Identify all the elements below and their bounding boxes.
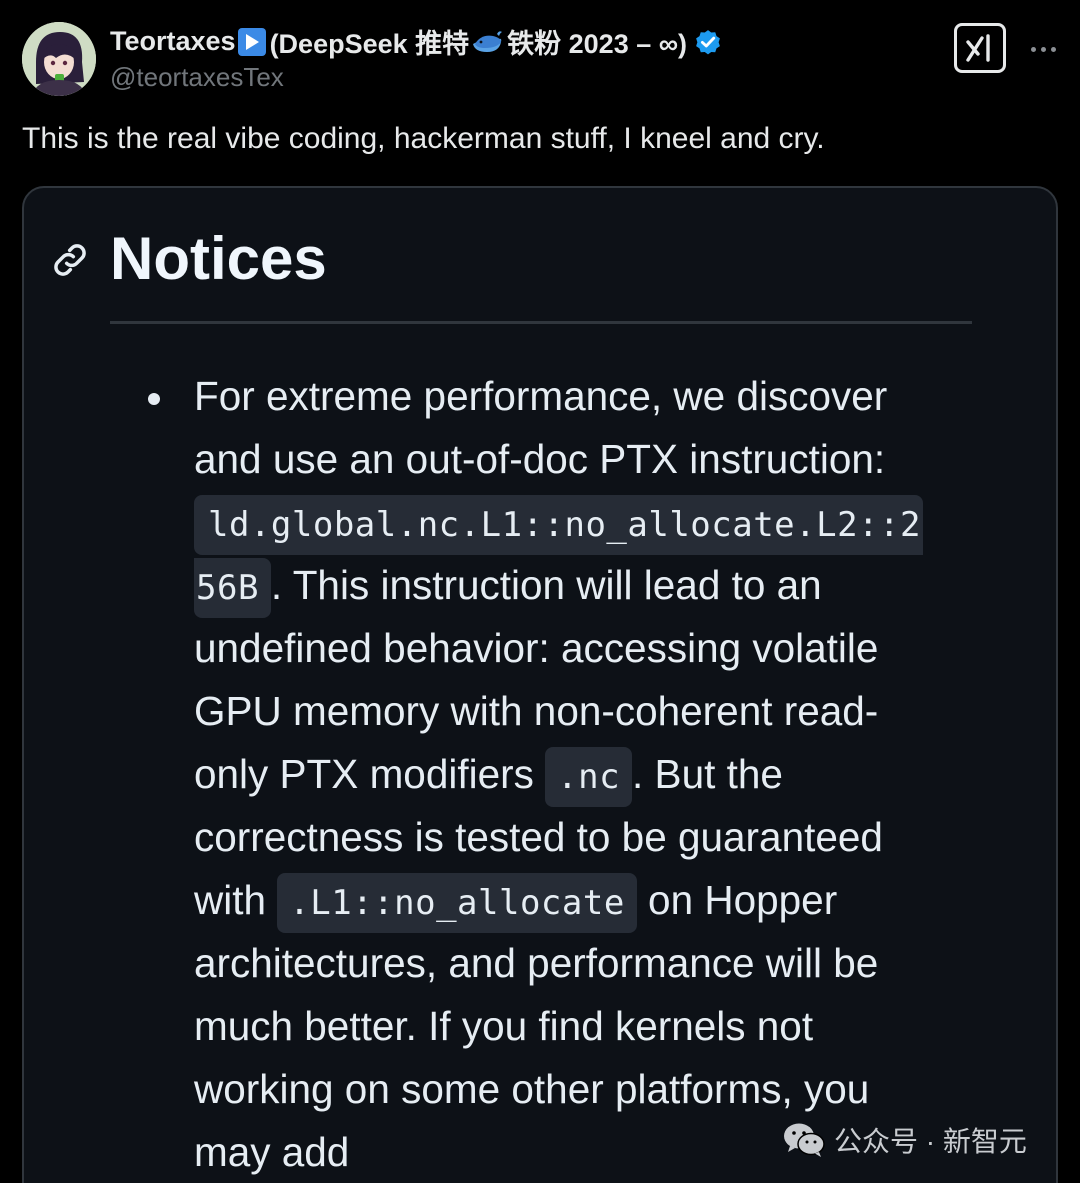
notice-line-text: with xyxy=(194,877,278,923)
tweet-text: This is the real vibe coding, hackerman … xyxy=(22,122,825,155)
more-options-icon[interactable] xyxy=(1026,32,1060,66)
notice-line: undefined behavior: accessing volatile xyxy=(194,625,879,671)
notice-line: working on some other platforms, you xyxy=(194,1066,870,1112)
notice-line: GPU memory with non-coherent read- xyxy=(194,688,879,734)
code-ptx-instruction: ld.global.nc.L1::no_allocate.L2::2 xyxy=(194,495,923,555)
notice-line-text: on Hopper xyxy=(636,877,838,923)
author-name[interactable]: Teortaxes (DeepSeek 推特 铁粉 2023 – ∞) xyxy=(110,22,723,61)
heading-divider xyxy=(110,321,972,324)
notice-line: and use an out-of-doc PTX instruction: xyxy=(194,436,886,482)
author-handle[interactable]: @teortaxesTex xyxy=(110,62,284,93)
notice-paragraph: For extreme performance, we discover and… xyxy=(194,365,984,1183)
notice-line: architectures, and performance will be xyxy=(194,940,879,986)
author-name-suffix: 铁粉 2023 – ∞) xyxy=(507,29,687,59)
watermark-text: 公众号 · 新智元 xyxy=(834,1126,1027,1157)
link-icon[interactable] xyxy=(50,240,90,280)
verified-badge-icon xyxy=(693,27,723,57)
whale-icon xyxy=(471,30,505,54)
grok-button[interactable] xyxy=(954,23,1006,73)
avatar-image xyxy=(22,22,96,96)
wechat-icon xyxy=(784,1123,825,1157)
avatar[interactable] xyxy=(22,22,96,96)
notice-line: 56B. This instruction will lead to an xyxy=(194,554,984,618)
tweet-screenshot: Teortaxes (DeepSeek 推特 铁粉 2023 – ∞) @teo… xyxy=(0,0,1080,1183)
notice-line: with .L1::no_allocate on Hopper xyxy=(194,869,984,933)
author-name-cjk: (DeepSeek 推特 xyxy=(269,29,470,59)
notice-line: correctness is tested to be guaranteed xyxy=(194,814,883,860)
code-nc: .nc xyxy=(545,747,633,807)
notice-line: much better. If you find kernels not xyxy=(194,1003,814,1049)
watermark: 公众号 · 新智元 xyxy=(782,1120,1027,1160)
notice-line: ld.global.nc.L1::no_allocate.L2::2 xyxy=(194,491,984,555)
code-l1-no-allocate: .L1::no_allocate xyxy=(277,873,637,933)
notices-heading: Notices xyxy=(110,225,327,292)
notice-line: For extreme performance, we discover xyxy=(194,373,888,419)
tweet-media-card[interactable]: Notices For extreme performance, we disc… xyxy=(22,186,1058,1183)
notice-line: only PTX modifiers .nc. But the xyxy=(194,743,984,807)
code-ptx-instruction-cont: 56B xyxy=(194,558,271,618)
notice-line-text: . This instruction will lead to an xyxy=(270,562,822,608)
notice-line-text: only PTX modifiers xyxy=(194,751,546,797)
list-bullet xyxy=(148,393,160,405)
author-name-text: Teortaxes xyxy=(110,26,236,56)
play-button-icon xyxy=(237,27,266,56)
grok-icon xyxy=(966,34,990,62)
notice-line-text: . But the xyxy=(632,751,783,797)
